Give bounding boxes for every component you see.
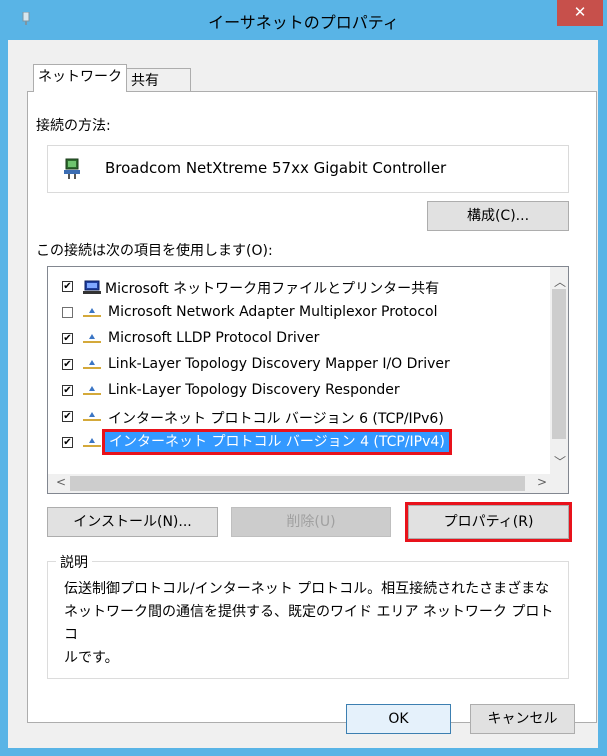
item-label: Microsoft ネットワーク用ファイルとプリンター共有 — [105, 281, 440, 297]
item-checkbox[interactable]: ✔ — [62, 385, 73, 396]
scroll-corner — [550, 474, 568, 493]
item-label: Microsoft LLDP Protocol Driver — [108, 330, 320, 346]
item-label: Link-Layer Topology Discovery Responder — [108, 382, 400, 398]
description-line: 伝送制御プロトコル/インターネット プロトコル。相互接続されたさまざまな — [64, 581, 550, 597]
item-checkbox[interactable]: ✔ — [62, 281, 73, 292]
install-button[interactable]: インストール(N)... — [47, 507, 218, 537]
scroll-up-icon[interactable]: ︿ — [554, 273, 566, 290]
protocol-icon — [83, 308, 101, 317]
items-listbox[interactable]: ✔ Microsoft ネットワーク用ファイルとプリンター共有 Microsof… — [47, 266, 569, 494]
item-checkbox[interactable]: ✔ — [62, 437, 73, 448]
list-item[interactable]: ✔ Link-Layer Topology Discovery Responde… — [48, 379, 538, 405]
description-title: 説明 — [56, 552, 92, 572]
tab-sharing[interactable]: 共有 — [127, 68, 191, 92]
protocol-icon — [83, 386, 101, 395]
window-title: イーサネットのプロパティ — [208, 13, 399, 32]
description-text: 伝送制御プロトコル/インターネット プロトコル。相互接続されたさまざまな ネット… — [64, 578, 559, 670]
scroll-down-icon[interactable]: ﹀ — [554, 453, 566, 470]
item-checkbox[interactable]: ✔ — [62, 411, 73, 422]
protocol-icon — [83, 412, 101, 421]
title-bar[interactable]: イーサネットのプロパティ ✕ — [0, 0, 607, 40]
scroll-right-icon[interactable]: > — [537, 475, 547, 489]
vertical-scrollbar[interactable]: ︿ ﹀ — [550, 267, 568, 475]
list-item[interactable]: ✔ インターネット プロトコル バージョン 6 (TCP/IPv6) — [48, 405, 538, 431]
network-adapter-icon — [64, 158, 80, 179]
scroll-left-icon[interactable]: < — [56, 475, 66, 489]
item-checkbox[interactable] — [62, 307, 73, 318]
item-checkbox[interactable]: ✔ — [62, 359, 73, 370]
item-label-selected: インターネット プロトコル バージョン 4 (TCP/IPv4) — [102, 429, 452, 455]
close-icon: ✕ — [573, 3, 587, 21]
tab-label: 共有 — [131, 73, 159, 89]
description-line: ネットワーク間の通信を提供する、既定のワイド エリア ネットワーク プロトコ — [64, 604, 554, 643]
network-share-icon — [83, 280, 101, 294]
scroll-thumb-horizontal[interactable] — [70, 476, 525, 491]
adapter-box: Broadcom NetXtreme 57xx Gigabit Controll… — [47, 145, 569, 193]
list-item[interactable]: ✔ Link-Layer Topology Discovery Mapper I… — [48, 353, 538, 379]
tab-network[interactable]: ネットワーク — [33, 64, 127, 92]
adapter-name: Broadcom NetXtreme 57xx Gigabit Controll… — [105, 159, 447, 177]
item-label: インターネット プロトコル バージョン 6 (TCP/IPv6) — [108, 411, 444, 427]
item-checkbox[interactable]: ✔ — [62, 333, 73, 344]
close-button[interactable]: ✕ — [557, 0, 603, 26]
properties-window: イーサネットのプロパティ ✕ ネットワーク 共有 接続の方法: Broadcom… — [0, 0, 607, 756]
cancel-button[interactable]: キャンセル — [470, 704, 575, 734]
protocol-icon — [83, 438, 101, 447]
connect-using-label: 接続の方法: — [36, 118, 111, 134]
list-item-selected[interactable]: ✔ インターネット プロトコル バージョン 4 (TCP/IPv4) — [48, 429, 538, 457]
items-label: この接続は次の項目を使用します(O): — [36, 243, 273, 259]
tab-label: ネットワーク — [38, 69, 122, 85]
uninstall-button[interactable]: 削除(U) — [231, 507, 391, 537]
list-item[interactable]: ✔ Microsoft ネットワーク用ファイルとプリンター共有 — [48, 275, 538, 301]
configure-button[interactable]: 構成(C)... — [427, 201, 569, 231]
list-item[interactable]: Microsoft Network Adapter Multiplexor Pr… — [48, 301, 538, 327]
description-line: ルです。 — [64, 650, 119, 666]
list-item[interactable]: ✔ Microsoft LLDP Protocol Driver — [48, 327, 538, 353]
properties-button[interactable]: プロパティ(R) — [405, 502, 572, 542]
ok-button[interactable]: OK — [346, 704, 451, 734]
horizontal-scrollbar[interactable]: < > — [48, 474, 552, 493]
protocol-icon — [83, 334, 101, 343]
scroll-thumb[interactable] — [552, 289, 566, 439]
item-label: Microsoft Network Adapter Multiplexor Pr… — [108, 304, 438, 320]
item-label: Link-Layer Topology Discovery Mapper I/O… — [108, 356, 450, 372]
protocol-icon — [83, 360, 101, 369]
